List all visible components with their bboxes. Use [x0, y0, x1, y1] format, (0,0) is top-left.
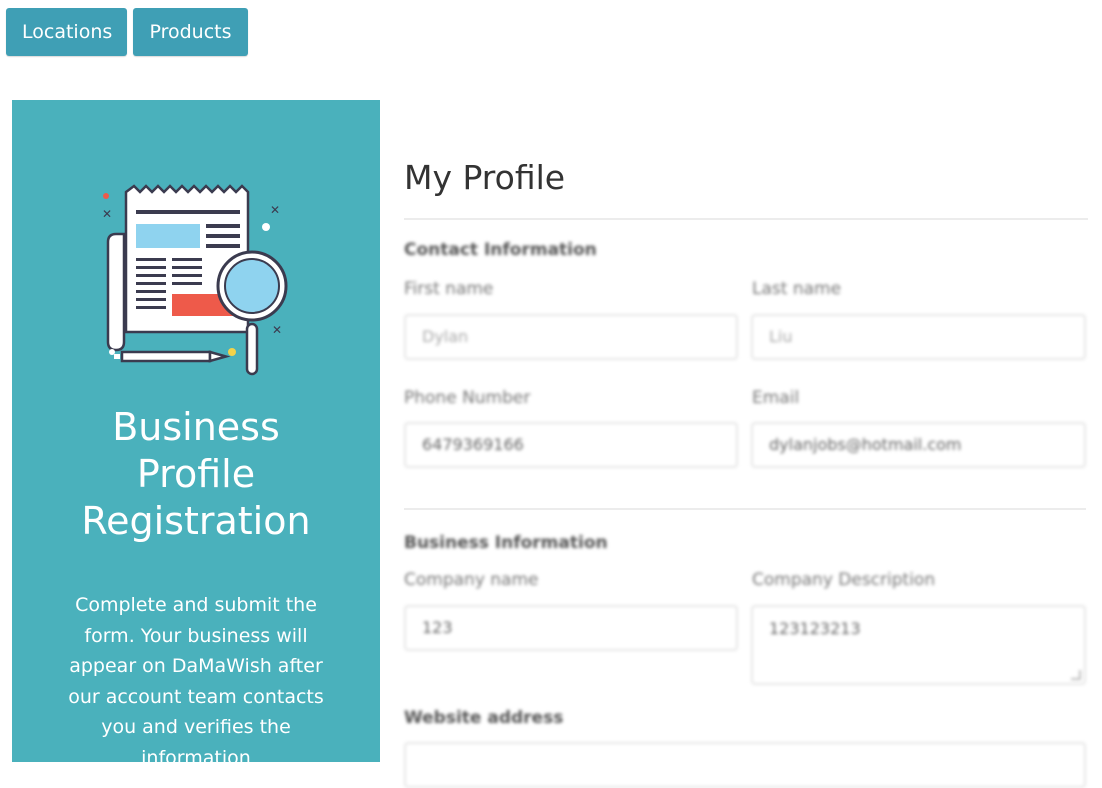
company-description-textarea[interactable]: 123123213 — [751, 605, 1086, 685]
panel-title: Business Profile Registration — [12, 404, 380, 545]
profile-form: My Profile Contact Information First nam… — [404, 150, 1088, 788]
top-nav: Locations Products — [6, 8, 248, 56]
phone-input[interactable]: 6479369166 — [404, 422, 738, 468]
svg-text:✕: ✕ — [272, 323, 282, 337]
registration-panel: ✕ ✕ ✕ Business Profile Registration Comp… — [12, 100, 380, 762]
first-name-label: First name — [404, 279, 494, 299]
website-label: Website address — [404, 708, 564, 728]
last-name-label: Last name — [752, 279, 842, 299]
contact-section-heading: Contact Information — [404, 240, 597, 260]
website-input[interactable] — [404, 742, 1086, 788]
last-name-input[interactable]: Liu — [751, 314, 1086, 360]
email-input[interactable]: dylanjobs@hotmail.com — [751, 422, 1086, 468]
first-name-input[interactable]: Dylan — [404, 314, 738, 360]
company-description-value: 123123213 — [769, 619, 861, 638]
business-section-heading: Business Information — [404, 533, 608, 553]
page-title: My Profile — [404, 158, 566, 197]
section-divider — [404, 508, 1086, 510]
panel-title-line: Business — [112, 405, 280, 449]
svg-text:✕: ✕ — [270, 203, 280, 217]
phone-label: Phone Number — [404, 388, 531, 408]
panel-description: Complete and submit the form. Your busin… — [68, 594, 324, 762]
email-label: Email — [752, 388, 800, 408]
panel-title-line: Registration — [81, 499, 311, 543]
svg-text:✕: ✕ — [102, 207, 112, 221]
resize-handle-icon[interactable] — [1071, 670, 1081, 680]
panel-title-line: Profile — [136, 452, 256, 496]
products-button[interactable]: Products — [133, 8, 248, 56]
company-name-input[interactable]: 123 — [404, 605, 738, 651]
company-description-label: Company Description — [752, 570, 936, 590]
locations-button[interactable]: Locations — [6, 8, 127, 56]
title-divider — [404, 218, 1088, 220]
company-name-label: Company name — [404, 570, 539, 590]
newspaper-magnifier-icon: ✕ ✕ ✕ — [102, 184, 288, 376]
